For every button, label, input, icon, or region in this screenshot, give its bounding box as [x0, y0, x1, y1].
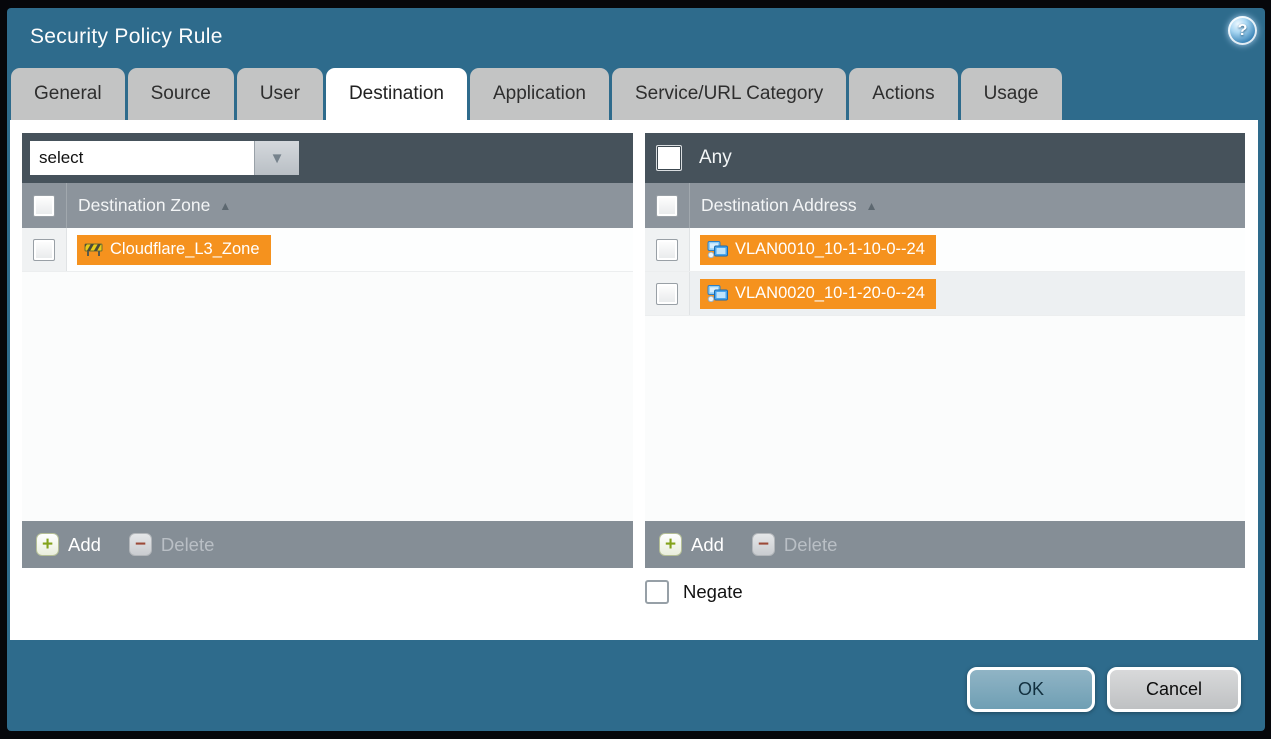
zone-list: Cloudflare_L3_Zone: [22, 228, 633, 521]
zone-select-all-checkbox[interactable]: [33, 195, 55, 217]
row-checkbox[interactable]: [656, 283, 678, 305]
any-checkbox[interactable]: [656, 145, 682, 171]
address-table-header: Destination Address ▲: [645, 183, 1245, 228]
ok-button[interactable]: OK: [967, 667, 1095, 712]
help-icon[interactable]: ?: [1228, 16, 1257, 45]
object-tag[interactable]: VLAN0010_10-1-10-0--24: [700, 235, 936, 265]
address-icon: [707, 285, 728, 302]
address-select-all-checkbox[interactable]: [656, 195, 678, 217]
zone-icon: [84, 242, 103, 257]
tab-actions[interactable]: Actions: [849, 68, 957, 120]
cancel-button[interactable]: Cancel: [1107, 667, 1241, 712]
zone-add-button[interactable]: + Add: [36, 533, 101, 556]
address-add-label: Add: [691, 534, 724, 556]
address-list: VLAN0010_10-1-10-0--24 VLAN0020_10-1-20-…: [645, 228, 1245, 521]
table-row[interactable]: VLAN0010_10-1-10-0--24: [645, 228, 1245, 272]
object-tag[interactable]: VLAN0020_10-1-20-0--24: [700, 279, 936, 309]
sort-asc-icon: ▲: [219, 199, 231, 213]
sort-asc-icon: ▲: [866, 199, 878, 213]
tab-user[interactable]: User: [237, 68, 323, 120]
zone-delete-label: Delete: [161, 534, 214, 556]
tab-bar: General Source User Destination Applicat…: [11, 68, 1062, 120]
tab-service-url-category[interactable]: Service/URL Category: [612, 68, 846, 120]
table-row[interactable]: VLAN0020_10-1-20-0--24: [645, 272, 1245, 316]
dialog-content: ▼ Destination Zone ▲ Cloudflare_L3_Zone: [10, 120, 1258, 640]
any-label: Any: [699, 147, 732, 169]
object-tag[interactable]: Cloudflare_L3_Zone: [77, 235, 271, 265]
tab-destination[interactable]: Destination: [326, 68, 467, 120]
address-add-button[interactable]: + Add: [659, 533, 724, 556]
negate-checkbox[interactable]: [645, 580, 669, 604]
zone-footer: + Add − Delete: [22, 521, 633, 568]
zone-select-combo: ▼: [30, 141, 299, 175]
zone-toolbar: ▼: [22, 133, 633, 183]
tab-source[interactable]: Source: [128, 68, 234, 120]
negate-row: Negate: [645, 580, 743, 604]
tab-usage[interactable]: Usage: [961, 68, 1062, 120]
row-checkbox[interactable]: [656, 239, 678, 261]
destination-address-panel: Any Destination Address ▲ VLAN0010_10-1-…: [645, 133, 1245, 568]
tab-application[interactable]: Application: [470, 68, 609, 120]
address-column-header[interactable]: Destination Address ▲: [690, 183, 878, 228]
negate-label: Negate: [683, 581, 743, 603]
zone-add-label: Add: [68, 534, 101, 556]
zone-select-dropdown-button[interactable]: ▼: [254, 141, 299, 175]
security-policy-rule-dialog: Security Policy Rule ? General Source Us…: [7, 8, 1265, 731]
destination-zone-panel: ▼ Destination Zone ▲ Cloudflare_L3_Zone: [22, 133, 633, 568]
tab-general[interactable]: General: [11, 68, 125, 120]
table-row[interactable]: Cloudflare_L3_Zone: [22, 228, 633, 272]
address-icon: [707, 241, 728, 258]
zone-select-input[interactable]: [30, 141, 254, 175]
address-delete-label: Delete: [784, 534, 837, 556]
zone-column-header[interactable]: Destination Zone ▲: [67, 183, 231, 228]
dialog-title: Security Policy Rule: [30, 25, 223, 49]
add-icon: +: [36, 533, 59, 556]
address-footer: + Add − Delete: [645, 521, 1245, 568]
address-toolbar: Any: [645, 133, 1245, 183]
zone-table-header: Destination Zone ▲: [22, 183, 633, 228]
chevron-down-icon: ▼: [270, 150, 285, 167]
address-column-header-label: Destination Address: [701, 195, 857, 216]
delete-icon: −: [129, 533, 152, 556]
delete-icon: −: [752, 533, 775, 556]
address-delete-button[interactable]: − Delete: [752, 533, 837, 556]
zone-delete-button[interactable]: − Delete: [129, 533, 214, 556]
row-checkbox[interactable]: [33, 239, 55, 261]
add-icon: +: [659, 533, 682, 556]
zone-column-header-label: Destination Zone: [78, 195, 210, 216]
